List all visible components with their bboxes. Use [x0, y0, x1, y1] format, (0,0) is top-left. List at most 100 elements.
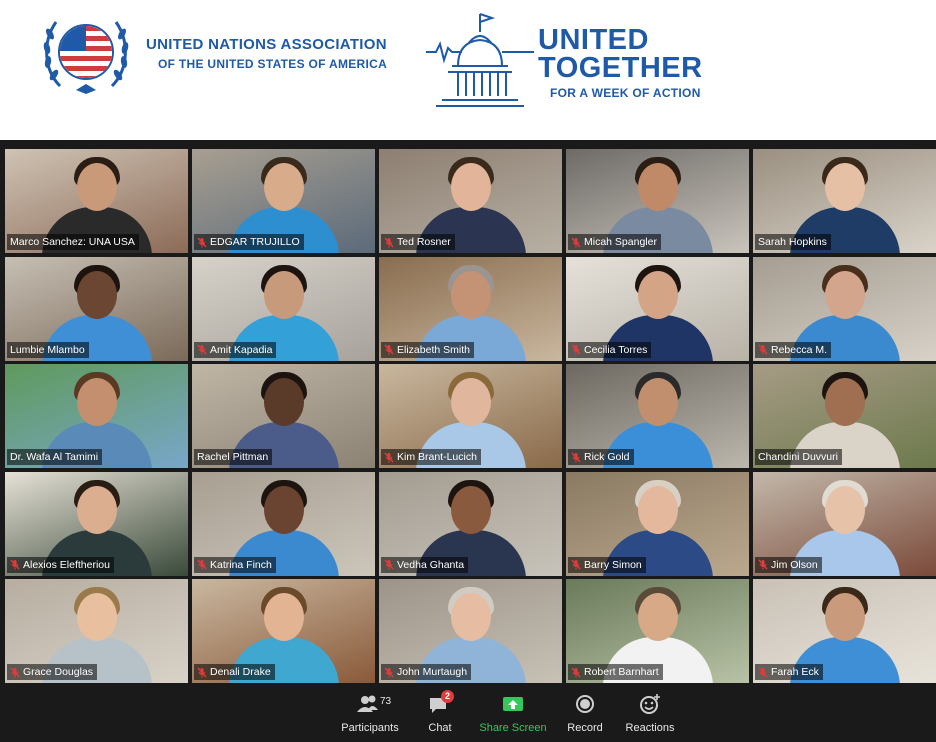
participant-video-tile[interactable]: EDGAR TRUJILLO — [192, 149, 375, 253]
participant-name: Sarah Hopkins — [758, 236, 827, 248]
participant-video-tile[interactable]: Vedha Ghanta — [379, 471, 562, 576]
reactions-label: Reactions — [625, 722, 675, 734]
muted-mic-icon — [197, 344, 207, 355]
participants-count: 73 — [380, 696, 392, 707]
chat-button[interactable]: 2 Chat — [400, 690, 480, 738]
muted-mic-icon — [571, 237, 581, 247]
participant-name: Alexios Eleftheriou — [23, 558, 110, 571]
participant-name-label: Kim Brant-Lucich — [381, 449, 481, 465]
muted-mic-icon — [571, 667, 581, 677]
participant-name: Micah Spangler — [584, 236, 657, 248]
muted-mic-icon — [384, 667, 394, 677]
participant-video-tile[interactable]: Katrina Finch — [192, 471, 375, 576]
participant-video-tile[interactable]: Amit Kapadia — [192, 256, 375, 361]
participant-name: Barry Simon — [584, 558, 642, 571]
muted-mic-icon — [197, 237, 207, 247]
participant-name-label: Marco Sanchez: UNA USA — [7, 234, 139, 250]
participants-button[interactable]: 73 Participants — [330, 690, 410, 738]
participant-video-tile[interactable]: John Murtaugh — [379, 579, 562, 683]
event-word-together: TOGETHER — [538, 52, 703, 84]
muted-mic-icon — [758, 559, 768, 570]
participant-name: Rachel Pittman — [197, 451, 269, 463]
participant-name: Farah Eck — [771, 666, 819, 678]
participant-face — [637, 270, 678, 319]
record-icon — [571, 692, 599, 718]
participant-face — [450, 163, 491, 211]
participant-name-label: Rachel Pittman — [194, 449, 273, 465]
share-screen-button[interactable]: Share Screen — [473, 690, 553, 738]
participant-name-label: Rebecca M. — [755, 341, 832, 358]
participant-face — [263, 270, 304, 319]
united-together-wordmark: UNITED TOGETHER FOR A WEEK OF ACTION — [538, 24, 703, 101]
participant-video-tile[interactable]: Kim Brant-Lucich — [379, 364, 562, 468]
muted-mic-icon — [197, 667, 207, 677]
participant-name-label: Dr. Wafa Al Tamimi — [7, 449, 103, 465]
participants-label: Participants — [341, 722, 399, 734]
participant-name: Denali Drake — [210, 666, 271, 678]
participant-name: Elizabeth Smith — [397, 343, 470, 356]
participant-video-tile[interactable]: Barry Simon — [566, 471, 749, 576]
participant-video-tile[interactable]: Marco Sanchez: UNA USA — [5, 149, 188, 253]
participant-face — [450, 270, 491, 319]
muted-mic-icon — [10, 559, 20, 570]
participant-name: Ted Rosner — [397, 236, 451, 248]
participant-name-label: Lumbie Mlambo — [7, 341, 89, 358]
participant-face — [824, 485, 865, 534]
participant-video-tile[interactable]: Micah Spangler — [566, 149, 749, 253]
participant-video-tile[interactable]: Grace Douglas — [5, 579, 188, 683]
org-name-line1: UNITED NATIONS ASSOCIATION — [146, 36, 387, 53]
participant-video-tile[interactable]: Lumbie Mlambo — [5, 256, 188, 361]
capitol-dome-icon — [426, 13, 534, 107]
participant-face — [76, 270, 117, 319]
participant-name: John Murtaugh — [397, 666, 468, 678]
participant-video-tile[interactable]: Alexios Eleftheriou — [5, 471, 188, 576]
participant-video-tile[interactable]: Elizabeth Smith — [379, 256, 562, 361]
participant-name-label: Jim Olson — [755, 556, 822, 573]
participant-video-tile[interactable]: Farah Eck — [753, 579, 936, 683]
event-word-united: UNITED — [538, 24, 649, 56]
participant-video-tile[interactable]: Rebecca M. — [753, 256, 936, 361]
participant-name: Dr. Wafa Al Tamimi — [10, 451, 99, 463]
participant-face — [263, 593, 304, 641]
participant-name-label: Alexios Eleftheriou — [7, 556, 114, 573]
participant-name: Rebecca M. — [771, 343, 828, 356]
muted-mic-icon — [571, 344, 581, 355]
participant-face — [76, 378, 117, 426]
participant-video-tile[interactable]: Cecilia Torres — [566, 256, 749, 361]
participant-face — [637, 378, 678, 426]
participant-name-label: Denali Drake — [194, 664, 275, 680]
participant-video-tile[interactable]: Jim Olson — [753, 471, 936, 576]
participant-name-label: Elizabeth Smith — [381, 341, 474, 358]
muted-mic-icon — [384, 559, 394, 570]
participant-name-label: Barry Simon — [568, 556, 646, 573]
participant-name: Amit Kapadia — [210, 343, 273, 356]
muted-mic-icon — [10, 667, 20, 677]
participant-name-label: John Murtaugh — [381, 664, 472, 680]
participant-name-label: Amit Kapadia — [194, 341, 277, 358]
chat-label: Chat — [428, 722, 452, 734]
participant-video-tile[interactable]: Rachel Pittman — [192, 364, 375, 468]
participant-name: Robert Barnhart — [584, 666, 659, 678]
participant-name-label: Katrina Finch — [194, 556, 276, 573]
participant-video-tile[interactable]: Dr. Wafa Al Tamimi — [5, 364, 188, 468]
participant-name: Vedha Ghanta — [397, 558, 465, 571]
participant-name: Chandini Duvvuri — [758, 451, 838, 463]
participant-video-tile[interactable]: Chandini Duvvuri — [753, 364, 936, 468]
reactions-button[interactable]: Reactions — [610, 690, 690, 738]
participant-video-tile[interactable]: Denali Drake — [192, 579, 375, 683]
participant-name: Cecilia Torres — [584, 343, 648, 356]
participant-name-label: Ted Rosner — [381, 234, 455, 250]
participant-name-label: Vedha Ghanta — [381, 556, 469, 573]
participant-name: EDGAR TRUJILLO — [210, 236, 300, 248]
participant-face — [263, 163, 304, 211]
participant-face — [824, 270, 865, 319]
participant-name: Kim Brant-Lucich — [397, 451, 477, 463]
participant-video-tile[interactable]: Robert Barnhart — [566, 579, 749, 683]
participant-video-tile[interactable]: Rick Gold — [566, 364, 749, 468]
participant-name: Lumbie Mlambo — [10, 343, 85, 356]
event-banner: UNITED NATIONS ASSOCIATION OF THE UNITED… — [0, 0, 936, 140]
participant-name-label: Sarah Hopkins — [755, 234, 831, 250]
participant-video-tile[interactable]: Sarah Hopkins — [753, 149, 936, 253]
participant-video-tile[interactable]: Ted Rosner — [379, 149, 562, 253]
participant-name: Jim Olson — [771, 558, 818, 571]
